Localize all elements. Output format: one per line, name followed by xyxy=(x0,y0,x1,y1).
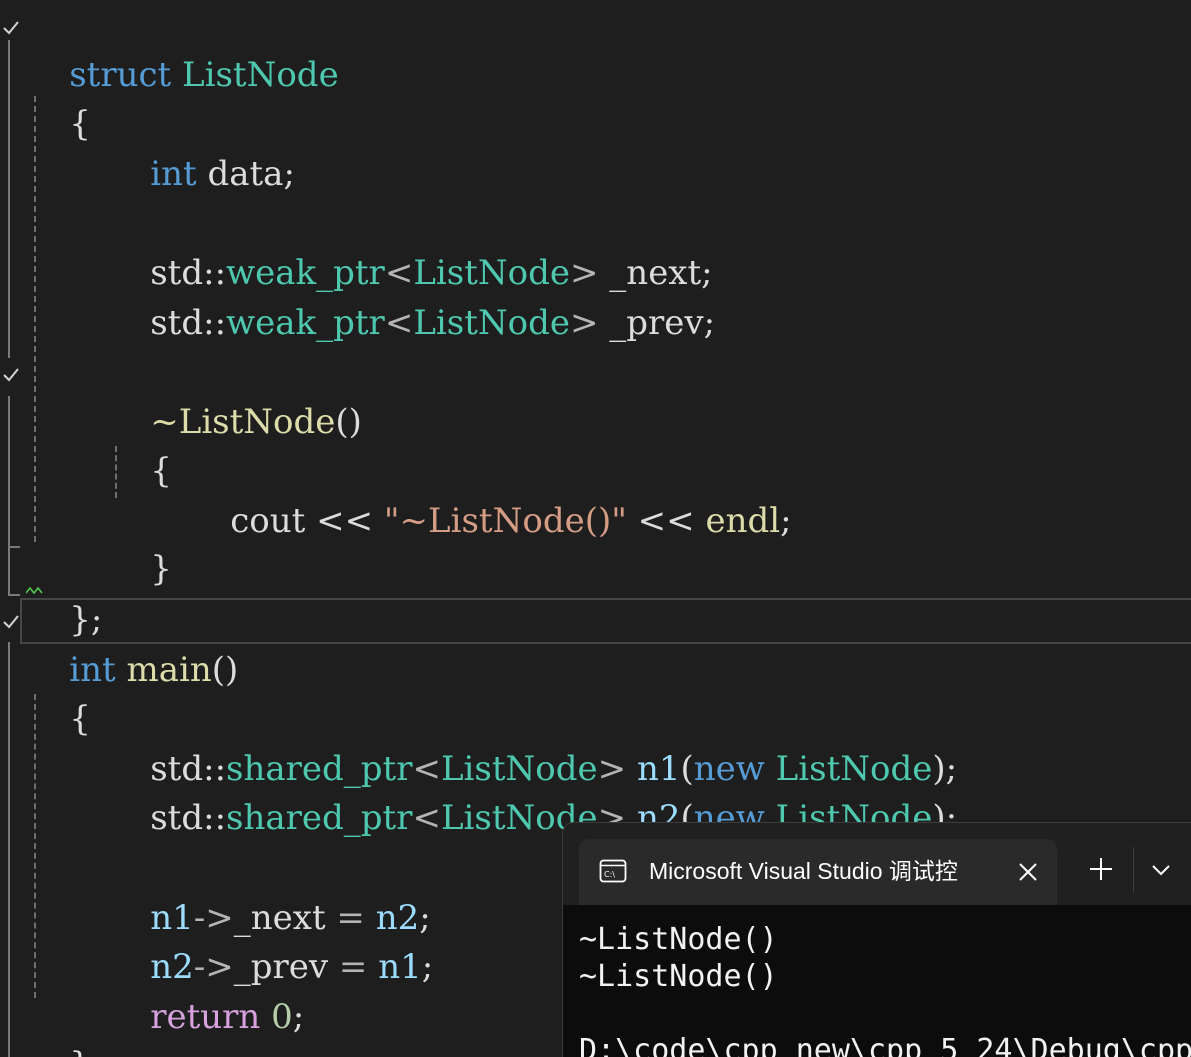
code-line-main[interactable]: int main() xyxy=(26,598,238,690)
code-line-main-close[interactable]: } xyxy=(26,993,91,1057)
destructor-parens: () xyxy=(335,402,362,442)
code-line-shared-n1[interactable]: std::shared_ptr<ListNode> n1(new ListNod… xyxy=(107,697,957,789)
svg-text:C:\: C:\ xyxy=(604,870,615,879)
tab-bar-separator xyxy=(1133,847,1134,893)
code-line-dtor-close[interactable]: } xyxy=(107,497,172,589)
semicolon: ; xyxy=(780,501,792,541)
brace-open: { xyxy=(69,104,91,144)
namespace-std: std:: xyxy=(150,798,227,838)
endl-manipulator: endl xyxy=(705,501,781,541)
code-line-main-open[interactable]: { xyxy=(26,647,91,739)
template-weak-ptr: weak_ptr xyxy=(226,303,385,343)
keyword-return: return xyxy=(150,997,261,1037)
angle-open: < xyxy=(412,798,441,838)
debug-console-window[interactable]: C:\ Microsoft Visual Studio 调试控 ~ListNod… xyxy=(562,822,1191,1057)
template-arg: ListNode xyxy=(413,303,570,343)
string-literal: "~ListNode()" xyxy=(383,501,627,541)
semicolon: ; xyxy=(421,947,434,987)
code-line-struct[interactable]: struct ListNode xyxy=(26,3,338,95)
member-prev: _prev; xyxy=(598,303,716,343)
variable-n1: n1 xyxy=(378,947,422,987)
fold-region-line xyxy=(8,642,10,1057)
function-main: main xyxy=(115,650,212,690)
brace-close: } xyxy=(69,1045,91,1057)
console-app-icon: C:\ xyxy=(599,859,627,883)
plus-icon[interactable] xyxy=(1085,853,1117,885)
brace-open: { xyxy=(69,699,91,739)
terminal-output[interactable]: ~ListNode() ~ListNode() D:\code\cpp_new\… xyxy=(563,905,1191,1057)
field-name: data; xyxy=(196,154,295,194)
fold-region-line xyxy=(8,396,10,596)
output-line: ~ListNode() xyxy=(579,922,778,957)
code-line-assign-next[interactable]: n1->_next = n2; xyxy=(107,846,430,938)
terminal-tab[interactable]: C:\ Microsoft Visual Studio 调试控 xyxy=(579,839,1057,905)
code-line-destructor[interactable]: ~ListNode() xyxy=(107,350,362,442)
code-line-prev[interactable]: std::weak_ptr<ListNode> _prev; xyxy=(107,251,715,343)
namespace-std: std:: xyxy=(150,303,227,343)
code-line-cout[interactable]: cout << "~ListNode()" << endl; xyxy=(187,449,791,541)
main-parens: () xyxy=(211,650,239,690)
fold-check-icon[interactable] xyxy=(2,366,20,384)
code-line-brace-open[interactable]: { xyxy=(26,52,91,144)
destructor-name: ListNode xyxy=(178,402,336,442)
assign-operator: = xyxy=(328,947,379,987)
number-literal: 0 xyxy=(260,997,293,1037)
stream-operator: << xyxy=(626,501,706,541)
angle-open: < xyxy=(384,303,414,343)
brace-close: } xyxy=(150,549,172,589)
semicolon: ; xyxy=(292,997,305,1037)
fold-region-line xyxy=(8,40,10,358)
terminal-tab-bar: C:\ Microsoft Visual Studio 调试控 xyxy=(563,823,1191,905)
fold-check-icon[interactable] xyxy=(2,613,20,631)
code-line-assign-prev[interactable]: n2->_prev = n1; xyxy=(107,895,433,987)
code-line-field[interactable]: int data; xyxy=(107,102,295,194)
code-line-next[interactable]: std::weak_ptr<ListNode> _next; xyxy=(107,201,712,293)
brace-open: { xyxy=(150,451,172,491)
code-line-dtor-open[interactable]: { xyxy=(107,399,172,491)
field-type: int xyxy=(150,154,197,194)
warning-squiggle xyxy=(26,586,43,594)
chevron-down-icon[interactable] xyxy=(1149,861,1173,879)
code-line-return[interactable]: return 0; xyxy=(107,945,304,1037)
output-line: ~ListNode() xyxy=(579,959,778,994)
struct-name: ListNode xyxy=(182,55,339,95)
fold-region-end xyxy=(8,594,20,596)
fold-check-icon[interactable] xyxy=(2,19,20,37)
fold-region-end xyxy=(8,546,20,548)
close-icon[interactable] xyxy=(1015,859,1041,885)
output-line: D:\code\cpp_new\cpp_5_24\Debug\cpp_5_24.… xyxy=(579,1033,1191,1057)
template-shared-ptr: shared_ptr xyxy=(226,798,413,838)
stream-operator: << xyxy=(305,501,384,541)
code-line-shared-n2[interactable]: std::shared_ptr<ListNode> n2(new ListNod… xyxy=(107,746,957,838)
terminal-tab-title: Microsoft Visual Studio 调试控 xyxy=(649,858,958,884)
cout-object: cout xyxy=(230,501,306,541)
angle-close: > xyxy=(569,303,599,343)
